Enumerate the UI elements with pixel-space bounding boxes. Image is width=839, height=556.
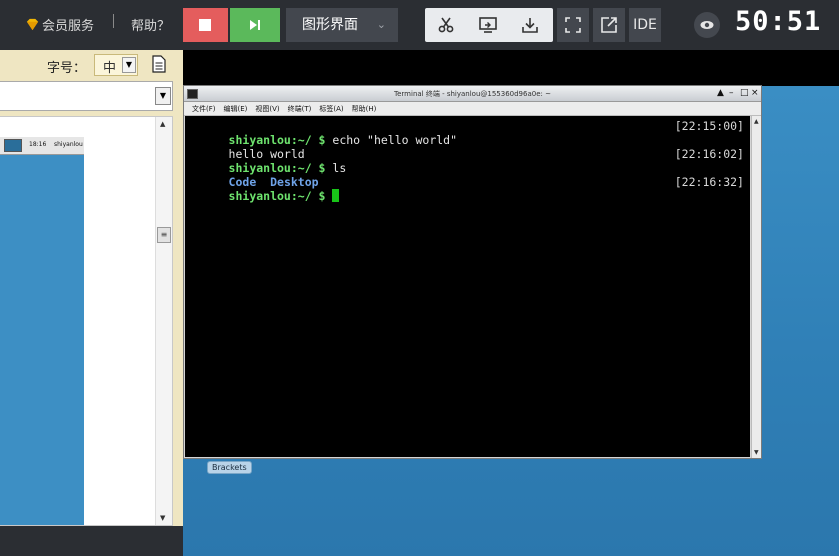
open-external-button[interactable] bbox=[593, 8, 625, 42]
document-icon[interactable] bbox=[151, 55, 167, 73]
document-panel: 字号： 中 ▼ ▼ 18:16 shiyanlou ▲ ≡ ▼ bbox=[0, 50, 183, 556]
terminal-window[interactable]: Terminal 终端 - shiyanlou@155360d96a0e: ~ … bbox=[183, 85, 762, 459]
terminal-menubar: 文件(F) 编辑(E) 视图(V) 终端(T) 标签(A) 帮助(H) bbox=[184, 102, 761, 116]
timestamp: [22:16:02] bbox=[674, 147, 744, 161]
font-size-select[interactable]: 中 ▼ bbox=[94, 54, 138, 76]
menu-edit[interactable]: 编辑(E) bbox=[224, 102, 248, 115]
terminal-line: shiyanlou:~/ $ [22:16:32] bbox=[187, 175, 750, 203]
fullscreen-button[interactable] bbox=[557, 8, 589, 42]
stop-button[interactable] bbox=[183, 8, 228, 42]
download-icon bbox=[522, 18, 538, 33]
mode-select-label: 图形界面 bbox=[302, 17, 358, 33]
shell-prompt: shiyanlou:~/ $ bbox=[228, 189, 326, 203]
document-scrollbar[interactable]: ▲ ≡ ▼ bbox=[155, 117, 172, 525]
resume-button[interactable] bbox=[230, 8, 280, 42]
scroll-down-icon[interactable]: ▼ bbox=[754, 449, 759, 456]
eye-glyph bbox=[700, 21, 714, 29]
brackets-desktop-icon[interactable]: Brackets bbox=[207, 461, 252, 474]
mode-select[interactable]: 图形界面 ⌄ bbox=[286, 8, 398, 42]
menu-help[interactable]: 帮助(H) bbox=[352, 102, 377, 115]
chevron-down-icon: ▼ bbox=[155, 87, 171, 105]
fullscreen-icon bbox=[565, 17, 581, 33]
monitor-icon bbox=[4, 139, 22, 152]
terminal-line: shiyanlou:~/ $ ls [22:16:02] bbox=[187, 147, 750, 175]
scroll-up-icon[interactable]: ▲ bbox=[160, 120, 165, 128]
top-toolbar: 会员服务 帮助？ 图形界面 ⌄ IDE 50:51 bbox=[0, 0, 839, 50]
terminal-line: hello world bbox=[187, 133, 750, 161]
timestamp: [22:16:32] bbox=[674, 175, 744, 189]
terminal-screen[interactable]: shiyanlou:~/ $ echo "hello world" [22:15… bbox=[185, 116, 750, 457]
menu-tabs[interactable]: 标签(A) bbox=[319, 102, 343, 115]
thumbnail-user: shiyanlou bbox=[54, 141, 83, 148]
diamond-icon bbox=[26, 18, 39, 31]
terminal-scrollbar[interactable]: ▲ ▼ bbox=[751, 116, 761, 458]
cut-button[interactable] bbox=[425, 8, 467, 42]
ide-button[interactable]: IDE bbox=[629, 8, 661, 42]
thumbnail-taskbar: 18:16 shiyanlou bbox=[0, 137, 84, 155]
play-next-icon bbox=[250, 20, 260, 30]
scissors-icon bbox=[438, 17, 454, 33]
font-size-value: 中 bbox=[103, 61, 117, 76]
terminal-title: Terminal 终端 - shiyanlou@155360d96a0e: ~ bbox=[394, 90, 551, 98]
bottom-strip bbox=[0, 526, 183, 556]
terminal-line: shiyanlou:~/ $ echo "hello world" [22:15… bbox=[187, 119, 750, 147]
screen-share-button[interactable] bbox=[467, 8, 509, 42]
download-button[interactable] bbox=[509, 8, 551, 42]
eye-icon[interactable] bbox=[694, 12, 720, 38]
desktop-top-strip bbox=[183, 50, 839, 86]
menu-file[interactable]: 文件(F) bbox=[192, 102, 216, 115]
thumbnail-clock: 18:16 bbox=[29, 141, 47, 148]
external-link-icon bbox=[601, 17, 617, 33]
stop-icon bbox=[199, 19, 211, 31]
shade-icon[interactable]: ▲ bbox=[717, 88, 724, 99]
scroll-thumb[interactable]: ≡ bbox=[157, 227, 171, 243]
minimize-icon[interactable]: – bbox=[729, 88, 734, 99]
document-viewer: 18:16 shiyanlou ▲ ≡ ▼ bbox=[0, 116, 173, 526]
close-icon[interactable]: × bbox=[751, 88, 759, 99]
scroll-down-icon[interactable]: ▼ bbox=[160, 514, 165, 522]
terminal-line: Code Desktop bbox=[187, 161, 750, 189]
font-size-label: 字号： bbox=[47, 61, 87, 76]
command-text bbox=[325, 189, 332, 203]
chevron-down-icon: ⌄ bbox=[376, 18, 386, 31]
scroll-up-icon[interactable]: ▲ bbox=[754, 118, 759, 125]
page-select[interactable]: ▼ bbox=[0, 81, 173, 111]
divider bbox=[113, 14, 114, 28]
menu-terminal[interactable]: 终端(T) bbox=[288, 102, 312, 115]
terminal-titlebar[interactable]: Terminal 终端 - shiyanlou@155360d96a0e: ~ … bbox=[184, 86, 761, 102]
screen-share-icon bbox=[479, 17, 497, 33]
member-service-label: 会员服务 bbox=[42, 19, 95, 34]
menu-view[interactable]: 视图(V) bbox=[255, 102, 279, 115]
help-link[interactable]: 帮助？ bbox=[131, 15, 170, 34]
maximize-icon[interactable]: □ bbox=[740, 88, 749, 99]
chevron-down-icon: ▼ bbox=[122, 57, 136, 73]
tool-group bbox=[425, 8, 553, 42]
timestamp: [22:15:00] bbox=[674, 119, 744, 133]
member-service-link[interactable]: 会员服务 bbox=[25, 15, 94, 34]
countdown-timer: 50:51 bbox=[735, 6, 822, 37]
desktop-thumbnail: 18:16 shiyanlou bbox=[0, 137, 84, 525]
text-cursor bbox=[332, 189, 340, 202]
